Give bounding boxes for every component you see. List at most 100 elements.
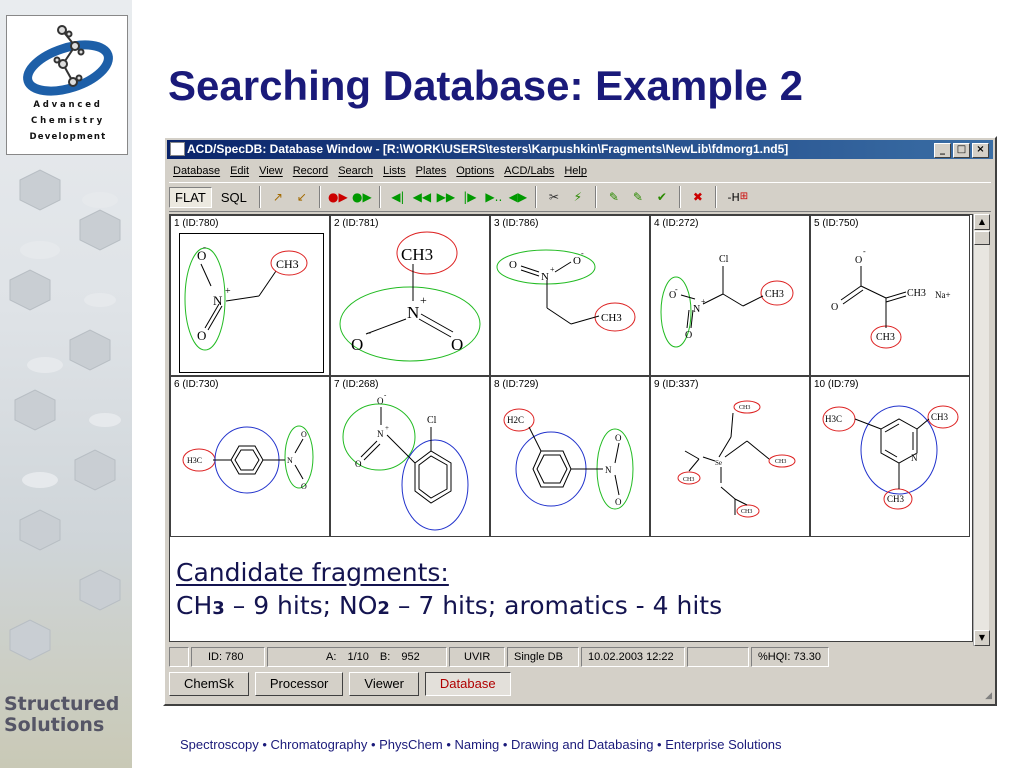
menu-plates[interactable]: Plates [416, 162, 447, 180]
note-suffix: – 7 hits; aromatics - 4 hits [389, 591, 723, 620]
atom-label: Cl [719, 254, 729, 265]
note-line: CH3 – 9 hits; NO2 – 7 hits; aromatics - … [176, 589, 722, 625]
menu-options[interactable]: Options [456, 162, 494, 180]
record-cell-3[interactable]: 3 (ID:786) O N + O - CH3 [490, 215, 650, 376]
goto-record-icon[interactable]: ▶.. [484, 187, 504, 207]
scroll-down-icon[interactable]: ▼ [974, 630, 990, 646]
atom-label: CH3 [741, 509, 752, 515]
delete-record-icon[interactable]: ✖ [688, 187, 708, 207]
structure-drawing: O - N + O CH3 [184, 242, 308, 351]
export-icon[interactable]: ↗ [268, 187, 288, 207]
atom-label: H2C [507, 415, 524, 425]
menu-help[interactable]: Help [564, 162, 587, 180]
note-mid: – 9 hits; NO [224, 591, 378, 620]
tab-processor[interactable]: Processor [254, 672, 344, 696]
edit-all-icon[interactable]: ✎ [628, 187, 648, 207]
record-cell-2[interactable]: 2 (ID:781) CH3 N + O - O [330, 215, 490, 376]
scroll-up-icon[interactable]: ▲ [974, 214, 990, 230]
tab-viewer[interactable]: Viewer [349, 672, 419, 696]
charge-label: - [675, 285, 678, 294]
status-b: B: 952 [379, 651, 420, 663]
record-cell-7[interactable]: 7 (ID:268) Cl O - N + O [330, 376, 490, 537]
last-record-icon[interactable]: |▶ [460, 187, 480, 207]
status-cell-blank [169, 647, 189, 667]
atom-label: CH3 [887, 494, 905, 504]
window-controls: _ □ × [934, 143, 989, 158]
record-cell-10[interactable]: 10 (ID:79) H3C CH3 N CH3 [810, 376, 970, 537]
hydrogen-toggle-button[interactable]: -H ⊞ [724, 187, 752, 207]
first-record-icon[interactable]: ◀| [388, 187, 408, 207]
atom-label: O [855, 255, 862, 266]
edit-record-icon[interactable]: ✎ [604, 187, 624, 207]
atom-label: O [509, 259, 517, 271]
scroll-thumb[interactable] [974, 231, 990, 245]
play-icon[interactable]: ●▶ [352, 187, 372, 207]
clear-all-icon[interactable]: ✂ [544, 187, 564, 207]
prev-page-icon[interactable]: ◀◀ [412, 187, 432, 207]
side-decor-strip: Advanced Chemistry Development Structure… [0, 0, 132, 768]
menu-search[interactable]: Search [338, 162, 373, 180]
record-cell-9[interactable]: 9 (ID:337) Se CH3 CH3 CH3 CH3 [650, 376, 810, 537]
toolbar-separator [714, 186, 717, 208]
view-tabs: ChemSk Processor Viewer Database [169, 672, 511, 698]
atom-label: N [541, 271, 549, 283]
toggle-icon[interactable]: ◀▶ [508, 187, 528, 207]
import-icon[interactable]: ↙ [292, 187, 312, 207]
tab-chemsk[interactable]: ChemSk [169, 672, 249, 696]
atom-label: N [407, 303, 419, 322]
record-cell-8[interactable]: 8 (ID:729) H2C N O O [490, 376, 650, 537]
structure-drawing: H2C N O O [503, 408, 634, 510]
atom-label: CH3 [907, 288, 926, 299]
flat-button[interactable]: FLAT [169, 186, 212, 208]
record-cell-6[interactable]: 6 (ID:730) H3C N O O [170, 376, 330, 537]
menu-record[interactable]: Record [293, 162, 328, 180]
resize-grip-icon[interactable]: ◢ [985, 690, 992, 701]
sql-button[interactable]: SQL [216, 188, 252, 207]
atom-label: O [377, 396, 384, 406]
structure-drawing: H3C CH3 N CH3 [822, 405, 959, 510]
atom-label: O [573, 255, 581, 267]
slide: Advanced Chemistry Development Structure… [0, 0, 1024, 768]
atom-label: CH3 [683, 477, 694, 483]
atom-label: O [301, 430, 307, 439]
atom-label: CH3 [739, 405, 750, 411]
menu-acdlabs[interactable]: ACD/Labs [504, 162, 554, 180]
next-page-icon[interactable]: ▶▶ [436, 187, 456, 207]
status-db: Single DB [507, 647, 579, 667]
tagline: Structured Solutions [4, 694, 119, 736]
vertical-scrollbar[interactable]: ▲ ▼ [973, 214, 990, 646]
structure-drawing: Se CH3 CH3 CH3 CH3 [677, 400, 796, 518]
charge-label: + [385, 424, 389, 432]
tab-database[interactable]: Database [424, 672, 511, 696]
record-cell-5[interactable]: 5 (ID:750) O - O CH3 Na+ CH3 [810, 215, 970, 376]
structure-drawing: O N + O - CH3 [496, 249, 636, 332]
atom-label: O [301, 482, 307, 491]
structure-drawing: CH3 N + O - O [339, 231, 481, 362]
refresh-icon[interactable]: ⚡ [568, 187, 588, 207]
toolbar-separator [378, 186, 381, 208]
menu-lists[interactable]: Lists [383, 162, 406, 180]
atom-label: N [377, 429, 384, 439]
atom-label: N [693, 304, 700, 315]
window-titlebar[interactable]: ACD/SpecDB: Database Window - [R:\WORK\U… [167, 140, 993, 159]
toolbar-separator [678, 186, 681, 208]
close-button[interactable]: × [972, 143, 989, 158]
menu-edit[interactable]: Edit [230, 162, 249, 180]
slide-title: Searching Database: Example 2 [168, 62, 803, 109]
atom-label: O [355, 459, 362, 469]
menu-view[interactable]: View [259, 162, 283, 180]
check-records-icon[interactable]: ✔ [652, 187, 672, 207]
minimize-button[interactable]: _ [934, 143, 951, 158]
atom-label: H3C [187, 456, 202, 465]
charge-label: - [203, 242, 206, 252]
atom-label: N [605, 465, 612, 475]
record-cell-1[interactable]: 1 (ID:780) O - N + O CH3 [170, 215, 330, 376]
record-play-icon[interactable]: ●▶ [328, 187, 348, 207]
maximize-button[interactable]: □ [953, 143, 970, 158]
record-cell-4[interactable]: 4 (ID:272) Cl O - N + O CH3 [650, 215, 810, 376]
toolbar-separator [258, 186, 261, 208]
menu-database[interactable]: Database [173, 162, 220, 180]
tagline-line-1: Structured [4, 693, 120, 715]
charge-label: - [581, 249, 584, 258]
atom-label: CH3 [276, 257, 299, 271]
